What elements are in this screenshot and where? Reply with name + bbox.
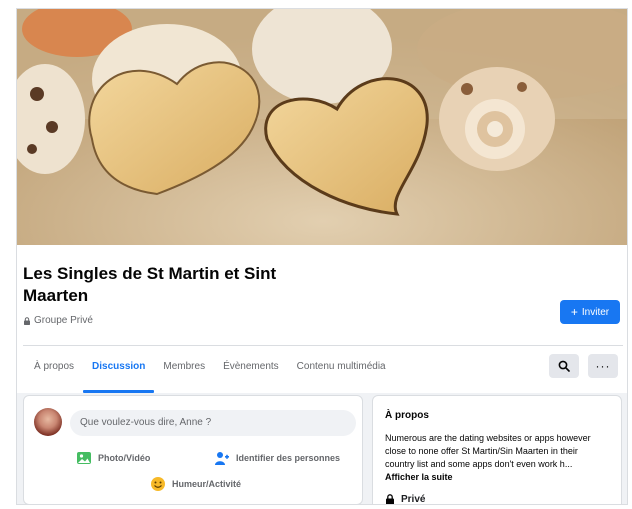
see-more-link[interactable]: Afficher la suite: [385, 472, 453, 482]
lock-icon: [24, 316, 30, 325]
photo-icon: [77, 452, 91, 464]
group-title: Les Singles de St Martin et Sint Maarten: [23, 264, 277, 305]
about-privacy-label: Privé: [401, 494, 426, 505]
about-description: Numerous are the dating websites or apps…: [385, 432, 607, 484]
search-button[interactable]: [549, 354, 579, 378]
group-privacy: Groupe Privé: [23, 315, 93, 326]
search-icon: [558, 360, 570, 372]
composer-input[interactable]: Que voulez-vous dire, Anne ?: [70, 410, 356, 436]
about-card: À propos Numerous are the dating website…: [372, 395, 622, 505]
tab-events[interactable]: Évènements: [214, 353, 288, 387]
smiley-icon: [151, 477, 165, 491]
about-privacy: Privé: [385, 494, 426, 505]
facebook-group-page: Les Singles de St Martin et Sint Maarten…: [16, 8, 628, 505]
tab-discussion[interactable]: Discussion: [83, 353, 155, 393]
tab-about[interactable]: À propos: [25, 353, 83, 387]
feeling-activity-button[interactable]: Humeur/Activité: [150, 476, 241, 492]
tab-media[interactable]: Contenu multimédia: [288, 353, 395, 387]
feeling-activity-label: Humeur/Activité: [172, 479, 242, 489]
group-header: Les Singles de St Martin et Sint Maarten…: [17, 245, 627, 393]
header-divider: [23, 345, 623, 346]
about-description-text: Numerous are the dating websites or apps…: [385, 433, 591, 469]
more-icon: ···: [595, 359, 611, 373]
invite-label: Inviter: [581, 306, 610, 318]
about-title: À propos: [385, 410, 429, 421]
tag-people-label: Identifier des personnes: [236, 453, 341, 463]
avatar[interactable]: [34, 408, 62, 436]
invite-button[interactable]: + Inviter: [560, 300, 620, 324]
photo-video-button[interactable]: Photo/Vidéo: [76, 450, 150, 466]
plus-icon: +: [570, 305, 578, 319]
tag-people-icon: [215, 452, 229, 465]
post-composer: Que voulez-vous dire, Anne ? Photo/Vidéo…: [23, 395, 363, 504]
cover-photo: [17, 9, 627, 245]
cover-illustration: [17, 9, 627, 245]
tag-people-button[interactable]: Identifier des personnes: [214, 450, 340, 466]
lock-icon: [386, 494, 394, 504]
group-tabs: À propos Discussion Membres Évènements C…: [25, 353, 395, 393]
more-options-button[interactable]: ···: [588, 354, 618, 378]
group-privacy-label: Groupe Privé: [34, 315, 93, 326]
photo-video-label: Photo/Vidéo: [98, 453, 151, 463]
tab-members[interactable]: Membres: [154, 353, 214, 387]
